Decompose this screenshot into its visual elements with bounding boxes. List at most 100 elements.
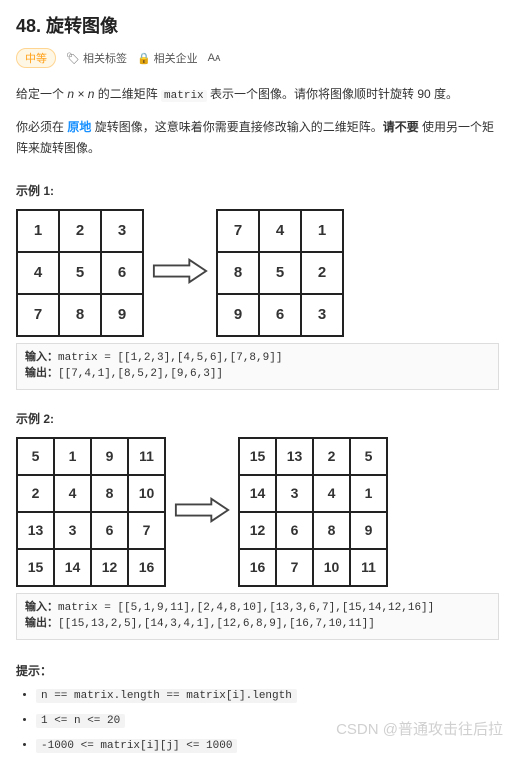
- matrix-cell: 9: [350, 512, 387, 549]
- arrow-icon: [174, 495, 230, 528]
- matrix-cell: 13: [276, 438, 313, 475]
- meta-companies-label: 相关企业: [154, 50, 198, 66]
- matrix-cell: 3: [301, 294, 343, 336]
- desc-bold: 请不要: [383, 120, 419, 134]
- matrix-cell: 1: [301, 210, 343, 252]
- matrix-cell: 3: [101, 210, 143, 252]
- desc-text: 给定一个: [16, 87, 67, 101]
- matrix-cell: 9: [91, 438, 128, 475]
- output-text: [[15,13,2,5],[14,3,4,1],[12,6,8,9],[16,7…: [58, 618, 375, 630]
- problem-desc-2: 你必须在 原地 旋转图像，这意味着你需要直接修改输入的二维矩阵。请不要 使用另一…: [16, 117, 499, 160]
- matrix-cell: 3: [276, 475, 313, 512]
- matrix-cell: 4: [54, 475, 91, 512]
- matrix-cell: 7: [276, 549, 313, 586]
- matrix-table: 741852963: [216, 209, 344, 337]
- matrix-cell: 2: [313, 438, 350, 475]
- problem-desc-1: 给定一个 n × n 的二维矩阵 matrix 表示一个图像。请你将图像顺时针旋…: [16, 84, 499, 107]
- example-visual: 123456789741852963: [16, 209, 499, 337]
- meta-row: 中等 🏷 相关标签 🔒 相关企业 Aᴀ: [16, 48, 499, 68]
- matrix-cell: 3: [54, 512, 91, 549]
- matrix-cell: 11: [350, 549, 387, 586]
- matrix-cell: 4: [259, 210, 301, 252]
- matrix-table: 151325 14341 12689 1671011: [238, 437, 388, 587]
- matrix-cell: 5: [259, 252, 301, 294]
- constraint-code: n == matrix.length == matrix[i].length: [36, 689, 297, 703]
- matrix-cell: 14: [54, 549, 91, 586]
- example-io: 输入：matrix = [[5,1,9,11],[2,4,8,10],[13,3…: [16, 593, 499, 640]
- desc-text: 表示一个图像。请你将图像顺时针旋转 90 度。: [207, 87, 458, 101]
- matrix-cell: 10: [128, 475, 165, 512]
- output-label: 输出：: [25, 368, 58, 380]
- matrix-cell: 12: [239, 512, 276, 549]
- meta-companies[interactable]: 🔒 相关企业: [137, 50, 198, 66]
- desc-text: 旋转图像，这意味着你需要直接修改输入的二维矩阵。: [91, 120, 382, 134]
- matrix-cell: 1: [17, 210, 59, 252]
- example-label: 示例 2:: [16, 410, 499, 427]
- example-label: 示例 1:: [16, 182, 499, 199]
- output-label: 输出：: [25, 618, 58, 630]
- difficulty-badge: 中等: [16, 48, 56, 68]
- matrix-cell: 11: [128, 438, 165, 475]
- matrix-cell: 7: [17, 294, 59, 336]
- matrix-cell: 16: [128, 549, 165, 586]
- constraints-list: n == matrix.length == matrix[i].length 1 …: [16, 689, 499, 752]
- matrix-table: 123456789: [16, 209, 144, 337]
- matrix-cell: 6: [276, 512, 313, 549]
- constraint-item: -1000 <= matrix[i][j] <= 1000: [36, 739, 499, 752]
- matrix-cell: 5: [17, 438, 54, 475]
- input-label: 输入：: [25, 602, 58, 614]
- matrix-cell: 2: [301, 252, 343, 294]
- lock-icon: 🔒: [137, 52, 151, 65]
- desc-text: 的二维矩阵: [94, 87, 161, 101]
- tag-icon: 🏷: [66, 52, 80, 65]
- constraint-code: -1000 <= matrix[i][j] <= 1000: [36, 739, 237, 753]
- matrix-cell: 7: [217, 210, 259, 252]
- input-text: matrix = [[5,1,9,11],[2,4,8,10],[13,3,6,…: [58, 602, 434, 614]
- input-label: 输入：: [25, 352, 58, 364]
- matrix-cell: 8: [59, 294, 101, 336]
- matrix-cell: 8: [91, 475, 128, 512]
- matrix-cell: 9: [101, 294, 143, 336]
- matrix-cell: 2: [17, 475, 54, 512]
- problem-title: 48. 旋转图像: [16, 12, 118, 38]
- matrix-cell: 9: [217, 294, 259, 336]
- input-text: matrix = [[1,2,3],[4,5,6],[7,8,9]]: [58, 352, 282, 364]
- matrix-cell: 7: [128, 512, 165, 549]
- matrix-cell: 16: [239, 549, 276, 586]
- example-visual: 5191124810133671514121615132514341126891…: [16, 437, 499, 587]
- meta-tags[interactable]: 🏷 相关标签: [66, 50, 127, 66]
- matrix-cell: 5: [59, 252, 101, 294]
- n-times-n: n × n: [67, 87, 94, 101]
- matrix-cell: 5: [350, 438, 387, 475]
- arrow-icon: [152, 256, 208, 289]
- matrix-table: 51911 24810 13367 15141216: [16, 437, 166, 587]
- matrix-cell: 8: [217, 252, 259, 294]
- output-text: [[7,4,1],[8,5,2],[9,6,3]]: [58, 368, 223, 380]
- matrix-cell: 8: [313, 512, 350, 549]
- matrix-cell: 10: [313, 549, 350, 586]
- matrix-cell: 6: [101, 252, 143, 294]
- matrix-cell: 4: [17, 252, 59, 294]
- matrix-cell: 14: [239, 475, 276, 512]
- matrix-cell: 15: [17, 549, 54, 586]
- meta-tags-label: 相关标签: [83, 50, 127, 66]
- matrix-cell: 1: [350, 475, 387, 512]
- constraints-label: 提示：: [16, 662, 499, 679]
- matrix-cell: 6: [91, 512, 128, 549]
- matrix-code: matrix: [161, 90, 207, 102]
- matrix-cell: 15: [239, 438, 276, 475]
- desc-text: 你必须在: [16, 120, 67, 134]
- inplace-link[interactable]: 原地: [67, 120, 91, 134]
- meta-font[interactable]: Aᴀ: [208, 52, 221, 64]
- meta-font-label: Aᴀ: [208, 52, 221, 64]
- matrix-cell: 2: [59, 210, 101, 252]
- matrix-cell: 13: [17, 512, 54, 549]
- matrix-cell: 4: [313, 475, 350, 512]
- matrix-cell: 12: [91, 549, 128, 586]
- constraint-item: n == matrix.length == matrix[i].length: [36, 689, 499, 702]
- constraint-item: 1 <= n <= 20: [36, 714, 499, 727]
- constraint-code: 1 <= n <= 20: [36, 714, 125, 728]
- example-io: 输入：matrix = [[1,2,3],[4,5,6],[7,8,9]]输出：…: [16, 343, 499, 390]
- matrix-cell: 1: [54, 438, 91, 475]
- matrix-cell: 6: [259, 294, 301, 336]
